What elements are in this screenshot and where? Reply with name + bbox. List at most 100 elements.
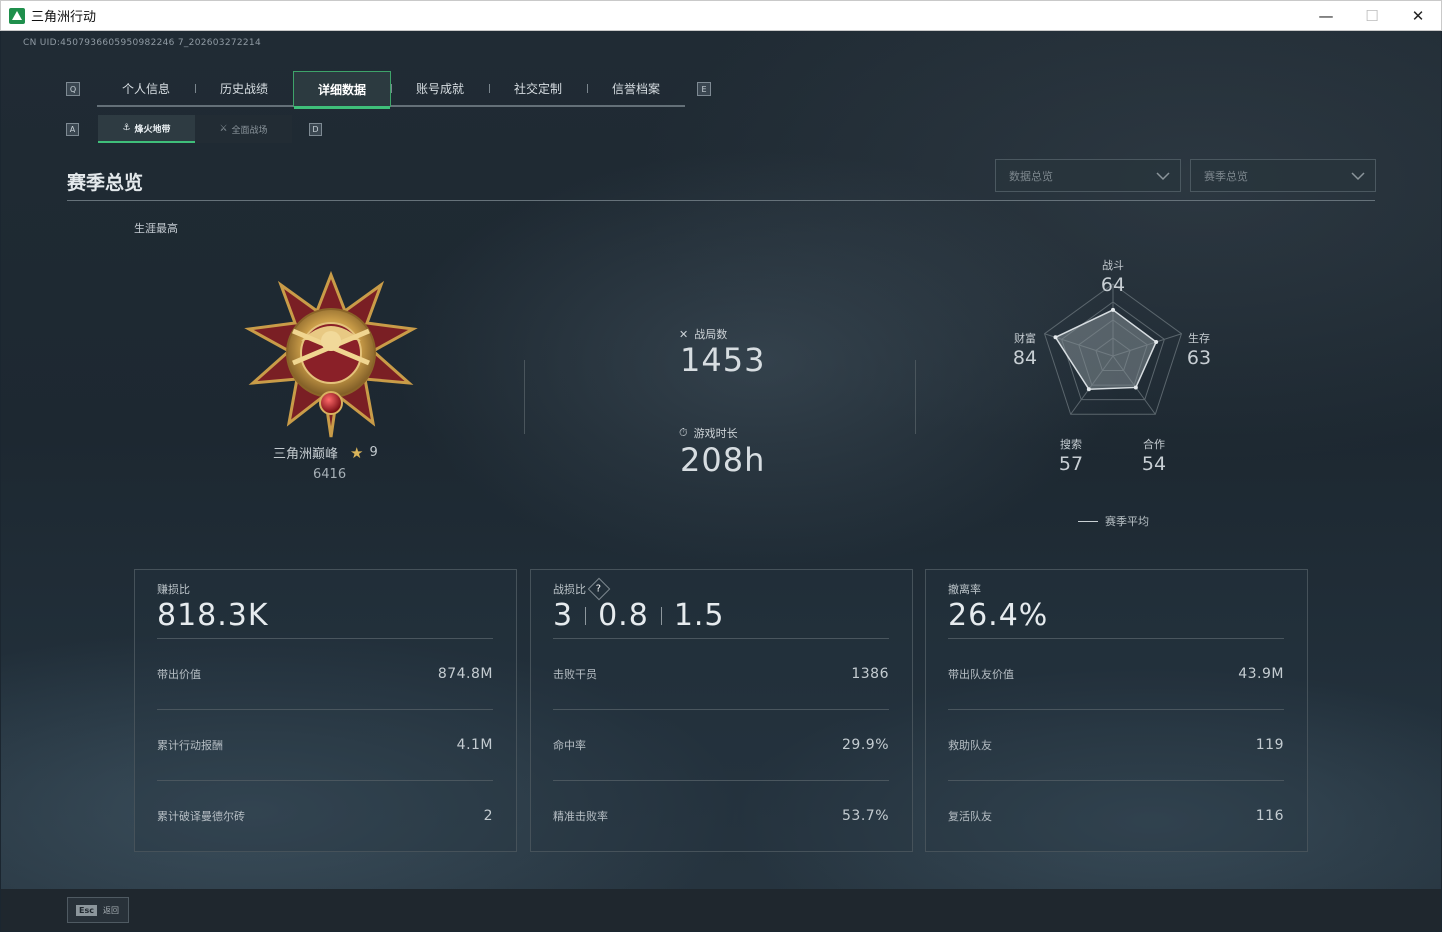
subtab-zone[interactable]: ⚓ 烽火地带: [98, 115, 195, 143]
uid-text: CN UID:4507936605950982246 7_20260327221…: [23, 38, 261, 48]
section-divider: [67, 200, 1375, 201]
stat-row-value: 116: [1255, 808, 1284, 824]
battlefield-icon: ⚔: [219, 124, 228, 134]
value-separator: [585, 606, 587, 625]
radar-point: [1154, 339, 1159, 344]
card-key-text: 战损比: [553, 583, 586, 596]
legend-label: 赛季平均: [1105, 515, 1149, 528]
playtime-value: 208h: [680, 441, 766, 479]
radar-point: [1133, 385, 1138, 390]
rank-score: 6416: [313, 467, 347, 482]
kd-value-3: 1.5: [673, 598, 725, 633]
window-controls: — ☐ ✕: [1303, 1, 1441, 31]
radar-label-combat: 战斗: [1102, 259, 1124, 272]
window-titlebar: 三角洲行动 — ☐ ✕: [0, 0, 1442, 31]
help-icon[interactable]: ?: [587, 577, 611, 601]
subtab-next-key[interactable]: D: [309, 123, 322, 136]
tab-achievements[interactable]: 账号成就: [391, 71, 489, 105]
stat-row-label: 命中率: [553, 739, 586, 752]
close-button[interactable]: ✕: [1395, 1, 1441, 31]
playtime-label-text: 游戏时长: [693, 427, 738, 440]
esc-key: Esc: [76, 904, 97, 916]
stat-row: 命中率 29.9%: [553, 709, 889, 780]
tab-prev-key[interactable]: Q: [66, 82, 80, 96]
season-dropdown-label: 赛季总览: [1204, 169, 1248, 183]
rank-name: 三角洲巅峰: [273, 447, 339, 462]
radar-label-survival: 生存: [1188, 332, 1210, 345]
stat-row-value: 29.9%: [842, 737, 889, 753]
divider: [915, 360, 916, 434]
playtime-label: ⏱ 游戏时长: [679, 425, 738, 441]
section-title: 赛季总览: [67, 172, 144, 194]
radar-value-wealth: 84: [1012, 347, 1038, 369]
crossed-swords-icon: ✕: [679, 327, 689, 341]
matches-label-text: 战局数: [694, 328, 728, 341]
radar-point: [1111, 307, 1115, 312]
radar-value-cooperation: 54: [1141, 453, 1167, 475]
chevron-down-icon: [1351, 172, 1365, 181]
minimize-button[interactable]: —: [1303, 1, 1349, 31]
tab-detailed-data[interactable]: 详细数据: [293, 71, 391, 109]
tab-next-key[interactable]: E: [697, 82, 711, 96]
stat-row: 带出价值 874.8M: [157, 638, 493, 709]
star-icon: ★: [350, 443, 364, 462]
stat-row-value: 119: [1255, 737, 1284, 753]
radar-legend: 赛季平均: [1078, 513, 1149, 529]
rank-medal-icon: [244, 271, 418, 438]
game-screen: CN UID:4507936605950982246 7_20260327221…: [1, 31, 1441, 931]
divider: [524, 360, 525, 434]
subtab-battlefield-label: 全面战场: [231, 125, 268, 136]
stat-row: 精准击败率 53.7%: [553, 780, 889, 851]
radar-label-search: 搜索: [1060, 438, 1082, 451]
radar-value-search: 57: [1058, 453, 1084, 475]
card-key: 赚损比: [157, 583, 190, 596]
stat-row-value: 4.1M: [456, 737, 493, 753]
stat-row-label: 累计行动报酬: [157, 739, 223, 752]
legend-line: [1078, 520, 1098, 522]
stopwatch-icon: ⏱: [679, 426, 688, 439]
kd-value-1: 3: [553, 598, 574, 633]
subtab-battlefield[interactable]: ⚔ 全面战场: [195, 115, 292, 143]
data-overview-dropdown[interactable]: 数据总览: [995, 159, 1181, 192]
radar-value-combat: 64: [1100, 274, 1126, 296]
radar-point: [1086, 387, 1091, 392]
stat-row-label: 带出队友价值: [948, 668, 1014, 681]
stat-row-value: 2: [483, 808, 493, 824]
matches-label: ✕ 战局数: [679, 326, 727, 342]
stat-row-label: 带出价值: [157, 668, 201, 681]
back-label: 返回: [102, 905, 119, 915]
extraction-rate-card: 撤离率 26.4% 带出队友价值 43.9M 救助队友 119 复活队友 116: [925, 569, 1308, 852]
kd-ratio-card: 战损比 ? 3 0.8 1.5 击败干员 1386 命中率 29.9% 精准击败…: [530, 569, 913, 852]
stat-row-value: 53.7%: [842, 808, 889, 824]
stat-row-label: 精准击败率: [553, 810, 608, 823]
subtab-zone-label: 烽火地带: [134, 124, 171, 135]
radar-point: [1053, 335, 1058, 340]
rank-info: 三角洲巅峰 ★ 9: [273, 443, 378, 463]
window-title: 三角洲行动: [31, 10, 97, 25]
stat-row-label: 救助队友: [948, 739, 992, 752]
subtab-prev-key[interactable]: A: [66, 123, 79, 136]
radar-label-wealth: 财富: [1014, 332, 1036, 345]
card-key: 撤离率: [948, 583, 981, 596]
stat-row-label: 击败干员: [553, 668, 597, 681]
stat-row: 带出队友价值 43.9M: [948, 638, 1284, 709]
data-overview-dropdown-label: 数据总览: [1009, 169, 1053, 183]
tab-personal-info[interactable]: 个人信息: [97, 71, 195, 105]
season-dropdown[interactable]: 赛季总览: [1190, 159, 1376, 192]
rank-star-level: 9: [369, 445, 378, 460]
value-separator: [660, 606, 662, 625]
stat-row: 累计行动报酬 4.1M: [157, 709, 493, 780]
stat-row: 复活队友 116: [948, 780, 1284, 851]
stat-row-value: 1386: [851, 666, 889, 682]
card-key: 战损比 ?: [553, 577, 611, 601]
stat-row-value: 43.9M: [1238, 666, 1284, 682]
maximize-button[interactable]: ☐: [1349, 1, 1395, 31]
stat-row: 击败干员 1386: [553, 638, 889, 709]
mode-subtabs: ⚓ 烽火地带 ⚔ 全面战场: [98, 115, 292, 143]
card-value: 818.3K: [157, 598, 269, 633]
back-button[interactable]: Esc 返回: [67, 897, 129, 923]
tab-match-history[interactable]: 历史战绩: [195, 71, 293, 105]
tab-social-custom[interactable]: 社交定制: [489, 71, 587, 105]
kd-value-2: 0.8: [598, 598, 649, 633]
tab-reputation[interactable]: 信誉档案: [587, 71, 685, 105]
